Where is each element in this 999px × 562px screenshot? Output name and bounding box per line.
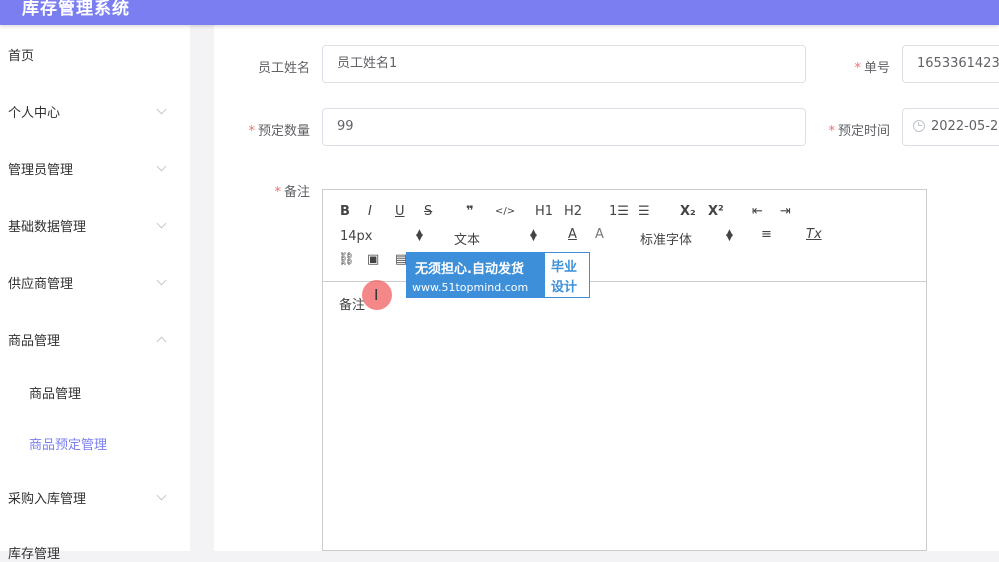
image-icon[interactable]: ▣ xyxy=(367,252,379,268)
chevron-down-icon xyxy=(156,104,167,115)
sidebar-item-label: 个人中心 xyxy=(8,106,61,121)
chevron-up-icon xyxy=(156,336,167,347)
outdent-button[interactable]: ⇤ xyxy=(752,204,763,220)
ordered-list-button[interactable]: 1☰ xyxy=(609,204,629,220)
sidebar-item-label: 供应商管理 xyxy=(8,277,74,292)
sidebar-item-label: 管理员管理 xyxy=(8,163,74,178)
quote-button[interactable]: ❞ xyxy=(466,204,474,220)
select-arrows-icon: ▲ ▼ xyxy=(530,228,537,243)
content-gutter xyxy=(190,25,214,551)
sidebar-item-label: 首页 xyxy=(8,49,35,64)
paragraph-select[interactable]: 文本 xyxy=(454,229,480,248)
quantity-input[interactable]: 99 xyxy=(322,108,806,146)
clean-format-button[interactable]: Tx xyxy=(806,227,822,243)
underline-button[interactable]: U xyxy=(395,204,405,220)
order-time-label: * 预定时间 xyxy=(828,124,890,139)
text-cursor-icon: I xyxy=(374,286,379,304)
order-time-input[interactable]: 2022-05-24 xyxy=(902,108,999,146)
editor-content: 备注 xyxy=(339,298,366,313)
chevron-down-icon xyxy=(156,161,167,172)
order-time-value: 2022-05-24 xyxy=(931,119,999,134)
watermark-badge: 无须担心.自动发货 www.51topmind.com 毕业 设计 xyxy=(406,252,590,298)
order-no-label: * 单号 xyxy=(854,61,890,76)
font-family-select[interactable]: 标准字体 xyxy=(640,229,692,248)
watermark-box: 毕业 设计 xyxy=(544,253,589,297)
font-color-button[interactable]: A xyxy=(568,227,577,243)
italic-button[interactable]: I xyxy=(368,204,372,220)
order-no-input[interactable]: 1653361423339 xyxy=(902,45,999,83)
quantity-label: * 预定数量 xyxy=(248,124,310,139)
chevron-down-icon xyxy=(156,275,167,286)
required-mark: * xyxy=(274,185,281,200)
watermark-box-line1: 毕业 xyxy=(551,260,578,275)
select-arrows-icon: ▲ ▼ xyxy=(416,228,423,243)
watermark-box-line2: 设计 xyxy=(551,280,578,295)
indent-button[interactable]: ⇥ xyxy=(780,204,791,220)
required-mark: * xyxy=(248,124,255,139)
sidebar-item-label: 商品管理 xyxy=(8,334,61,349)
employee-name-input[interactable]: 员工姓名1 xyxy=(322,45,806,83)
watermark-text: 无须担心.自动发货 xyxy=(415,262,524,277)
h1-button[interactable]: H1 xyxy=(535,204,553,220)
sidebar-subitem-goods-reserve[interactable]: 商品预定管理 xyxy=(29,434,107,453)
sidebar-item-label: 库存管理 xyxy=(8,547,61,562)
sidebar: 首页 个人中心 管理员管理 基础数据管理 供应商管理 商品管理 商品管理 商品预… xyxy=(0,25,190,562)
employee-name-label: 员工姓名 xyxy=(257,61,310,76)
remark-label: * 备注 xyxy=(274,185,310,200)
required-mark: * xyxy=(854,61,861,76)
sidebar-item-label: 采购入库管理 xyxy=(8,492,87,507)
h2-button[interactable]: H2 xyxy=(564,204,582,220)
watermark-url: www.51topmind.com xyxy=(412,281,529,294)
select-arrows-icon: ▲ ▼ xyxy=(726,228,733,243)
bold-button[interactable]: B xyxy=(340,204,350,220)
top-bar: 库存管理系统 xyxy=(0,0,999,25)
app-title: 库存管理系统 xyxy=(22,0,130,19)
align-button[interactable]: ≡ xyxy=(761,227,772,243)
rich-text-editor[interactable]: B I U S ❞ </> H1 H2 1☰ ☰ X₂ X² ⇤ ⇥ 14px … xyxy=(322,189,927,551)
clock-icon xyxy=(913,119,925,132)
superscript-button[interactable]: X² xyxy=(708,204,724,220)
sidebar-subitem-goods-manage[interactable]: 商品管理 xyxy=(29,383,81,402)
code-button[interactable]: </> xyxy=(495,204,515,220)
chevron-down-icon xyxy=(156,218,167,229)
sidebar-item-label: 基础数据管理 xyxy=(8,220,87,235)
strike-button[interactable]: S xyxy=(424,204,432,220)
link-icon[interactable]: ⛓ xyxy=(338,252,355,268)
chevron-down-icon xyxy=(156,490,167,501)
subscript-button[interactable]: X₂ xyxy=(680,204,696,220)
bullet-list-button[interactable]: ☰ xyxy=(638,204,650,220)
font-size-select[interactable]: 14px xyxy=(340,229,373,244)
background-color-button[interactable]: A xyxy=(595,227,604,243)
required-mark: * xyxy=(828,124,835,139)
